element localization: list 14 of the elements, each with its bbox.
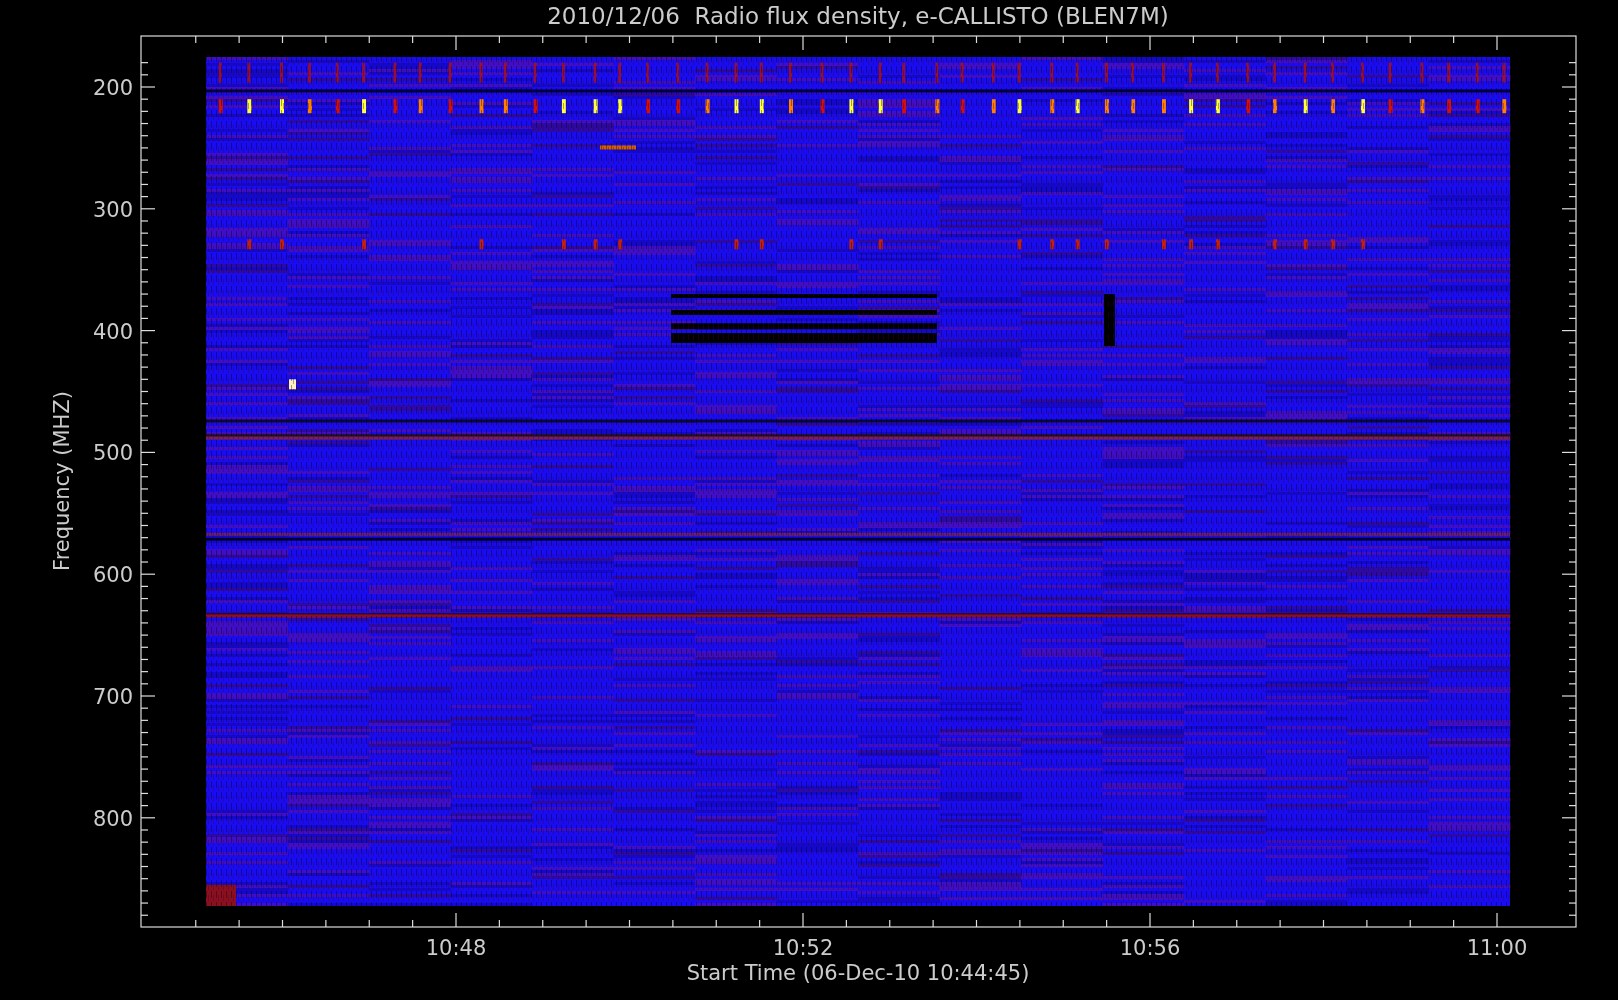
tick-label: 10:48 bbox=[425, 936, 487, 960]
tick-label: 11:00 bbox=[1466, 936, 1528, 960]
tick-label: 700 bbox=[92, 685, 133, 709]
tick-label: 600 bbox=[92, 563, 133, 588]
tick-label: 10:52 bbox=[772, 936, 834, 960]
plot-title: 2010/12/06 Radio flux density, e-CALLISTO (BLEN7M) bbox=[547, 3, 1169, 29]
tick-label: 400 bbox=[92, 319, 133, 344]
tick-label: 300 bbox=[92, 197, 133, 222]
axis-label: Start Time (06-Dec-10 10:44:45) bbox=[686, 961, 1030, 985]
tick-label: 800 bbox=[92, 806, 133, 831]
axis-label: Frequency (MHZ) bbox=[50, 391, 74, 571]
tick-label: 500 bbox=[92, 441, 133, 466]
tick-label: 200 bbox=[92, 76, 133, 100]
tick-label: 10:56 bbox=[1119, 936, 1181, 960]
